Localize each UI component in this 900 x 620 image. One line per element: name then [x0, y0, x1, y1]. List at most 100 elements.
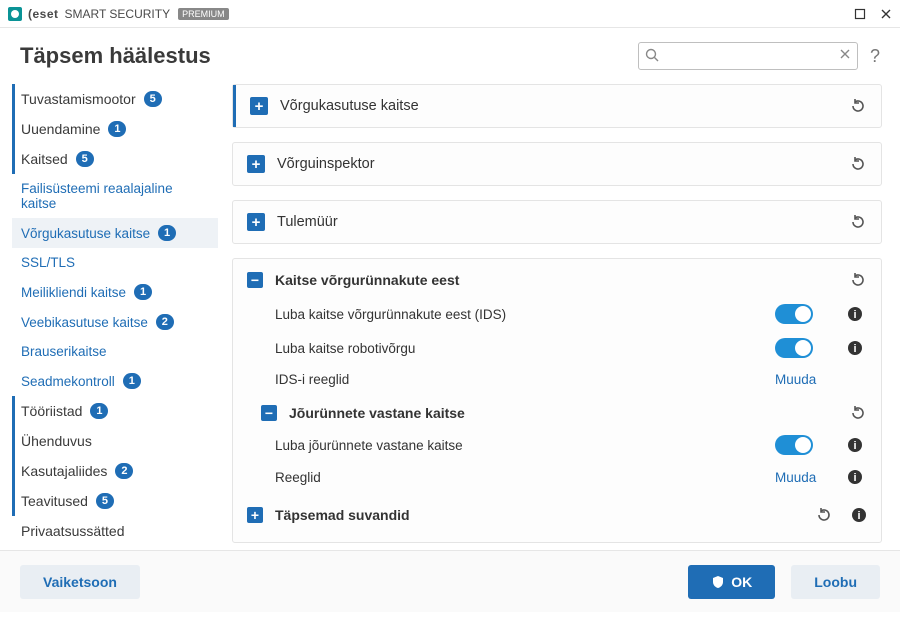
collapse-icon[interactable]: − — [247, 272, 263, 288]
svg-text:i: i — [853, 472, 856, 484]
sidebar-item-ui[interactable]: Kasutajaliides 2 — [12, 456, 218, 486]
cancel-button[interactable]: Loobu — [791, 565, 880, 599]
panel-header[interactable]: + Tulemüür — [233, 201, 881, 243]
badge: 2 — [115, 463, 133, 479]
info-icon[interactable]: i — [847, 469, 867, 485]
expand-icon[interactable]: + — [247, 213, 265, 231]
badge: 5 — [96, 493, 114, 509]
row-enable-botnet: Luba kaitse robotivõrgu i — [247, 331, 867, 365]
svg-text:i: i — [853, 343, 856, 355]
section-header-attack[interactable]: − Kaitse võrgurünnakute eest — [247, 261, 867, 297]
reset-icon[interactable] — [849, 404, 867, 422]
section-title: Kaitse võrgurünnakute eest — [275, 272, 837, 288]
badge: 1 — [90, 403, 108, 419]
section-header-advanced[interactable]: + Täpsemad suvandid i — [247, 492, 867, 532]
sidebar-item-connectivity[interactable]: Ühenduvus — [12, 426, 218, 456]
reset-icon[interactable] — [849, 271, 867, 289]
section-title: Täpsemad suvandid — [275, 507, 803, 523]
panel-header[interactable]: + Võrgukasutuse kaitse — [233, 85, 881, 127]
info-icon[interactable]: i — [847, 340, 867, 356]
badge: 5 — [76, 151, 94, 167]
panel-attack-protection: − Kaitse võrgurünnakute eest Luba kaitse… — [232, 258, 882, 543]
row-label: IDS-i reeglid — [275, 372, 763, 387]
default-zone-button[interactable]: Vaiketsoon — [20, 565, 140, 599]
reset-icon[interactable] — [815, 506, 833, 524]
svg-text:i: i — [857, 510, 860, 522]
shield-icon — [711, 575, 725, 589]
info-icon[interactable]: i — [847, 306, 867, 322]
toggle-ids[interactable] — [775, 304, 813, 324]
row-bruteforce-rules: Reeglid Muuda i — [247, 462, 867, 492]
sidebar-item-protections[interactable]: Kaitsed 5 — [12, 144, 218, 174]
row-enable-bruteforce: Luba jõurünnete vastane kaitse i — [247, 428, 867, 462]
svg-text:i: i — [853, 440, 856, 452]
search-input[interactable] — [638, 42, 858, 70]
toggle-bruteforce[interactable] — [775, 435, 813, 455]
window-controls — [854, 8, 892, 20]
expand-icon[interactable]: + — [247, 507, 263, 523]
sidebar-item-network-protection[interactable]: Võrgukasutuse kaitse 1 — [12, 218, 218, 248]
window-close-icon[interactable] — [880, 8, 892, 20]
sidebar-item-email-client[interactable]: Meilikliendi kaitse 1 — [12, 277, 218, 307]
brand-logo-icon — [8, 7, 22, 21]
reset-icon[interactable] — [849, 213, 867, 231]
sidebar-item-notifications[interactable]: Teavitused 5 — [12, 486, 218, 516]
badge: 1 — [123, 373, 141, 389]
edit-link[interactable]: Muuda — [775, 470, 816, 485]
sidebar-item-ssl-tls[interactable]: SSL/TLS — [12, 248, 218, 277]
expand-icon[interactable]: + — [250, 97, 268, 115]
panel-firewall: + Tulemüür — [232, 200, 882, 244]
row-label: Luba jõurünnete vastane kaitse — [275, 438, 763, 453]
panel-title: Tulemüür — [277, 214, 837, 230]
sidebar-item-device-control[interactable]: Seadmekontroll 1 — [12, 366, 218, 396]
product-name: SMART SECURITY — [65, 7, 171, 21]
sidebar-item-browser-protection[interactable]: Brauserikaitse — [12, 337, 218, 366]
section-title: Jõurünnete vastane kaitse — [289, 405, 837, 421]
panel-header[interactable]: + Võrguinspektor — [233, 143, 881, 185]
body: Tuvastamismootor 5 Uuendamine 1 Kaitsed … — [0, 80, 900, 550]
titlebar-left: (eset SMART SECURITY PREMIUM — [8, 7, 229, 21]
row-label: Luba kaitse võrgurünnakute eest (IDS) — [275, 307, 763, 322]
row-enable-ids: Luba kaitse võrgurünnakute eest (IDS) i — [247, 297, 867, 331]
search-box — [638, 42, 858, 70]
panel-network-protection: + Võrgukasutuse kaitse — [232, 84, 882, 128]
sidebar-item-tools[interactable]: Tööriistad 1 — [12, 396, 218, 426]
toggle-botnet[interactable] — [775, 338, 813, 358]
footer: Vaiketsoon OK Loobu — [0, 550, 900, 612]
collapse-icon[interactable]: − — [261, 405, 277, 421]
panel-network-inspector: + Võrguinspektor — [232, 142, 882, 186]
svg-text:i: i — [853, 309, 856, 321]
sidebar-item-web-protection[interactable]: Veebikasutuse kaitse 2 — [12, 307, 218, 337]
search-icon — [644, 47, 660, 63]
badge: 1 — [134, 284, 152, 300]
sidebar-item-realtime-fs[interactable]: Failisüsteemi reaalajaline kaitse — [12, 174, 218, 218]
sidebar-item-detection-engine[interactable]: Tuvastamismootor 5 — [12, 84, 218, 114]
expand-icon[interactable]: + — [247, 155, 265, 173]
content: + Võrgukasutuse kaitse + Võrguinspektor … — [218, 80, 900, 550]
row-label: Reeglid — [275, 470, 763, 485]
header: Täpsem häälestus ? — [0, 28, 900, 80]
sidebar: Tuvastamismootor 5 Uuendamine 1 Kaitsed … — [0, 80, 218, 550]
brand-name: (eset — [28, 7, 59, 21]
badge: 5 — [144, 91, 162, 107]
product-tier: PREMIUM — [178, 8, 229, 20]
badge: 1 — [108, 121, 126, 137]
section-header-bruteforce[interactable]: − Jõurünnete vastane kaitse — [247, 394, 867, 428]
page-title: Täpsem häälestus — [20, 43, 211, 69]
reset-icon[interactable] — [849, 155, 867, 173]
row-ids-rules: IDS-i reeglid Muuda — [247, 365, 867, 394]
row-label: Luba kaitse robotivõrgu — [275, 341, 763, 356]
info-icon[interactable]: i — [847, 437, 867, 453]
help-icon[interactable]: ? — [870, 46, 880, 67]
search-clear-icon[interactable] — [838, 47, 852, 61]
footer-right: OK Loobu — [688, 565, 880, 599]
badge: 1 — [158, 225, 176, 241]
sidebar-item-update[interactable]: Uuendamine 1 — [12, 114, 218, 144]
edit-link[interactable]: Muuda — [775, 372, 816, 387]
ok-button[interactable]: OK — [688, 565, 775, 599]
info-icon[interactable]: i — [851, 507, 867, 523]
reset-icon[interactable] — [849, 97, 867, 115]
sidebar-item-privacy[interactable]: Privaatsussätted — [12, 516, 218, 546]
header-right: ? — [638, 42, 880, 70]
window-maximize-icon[interactable] — [854, 8, 866, 20]
